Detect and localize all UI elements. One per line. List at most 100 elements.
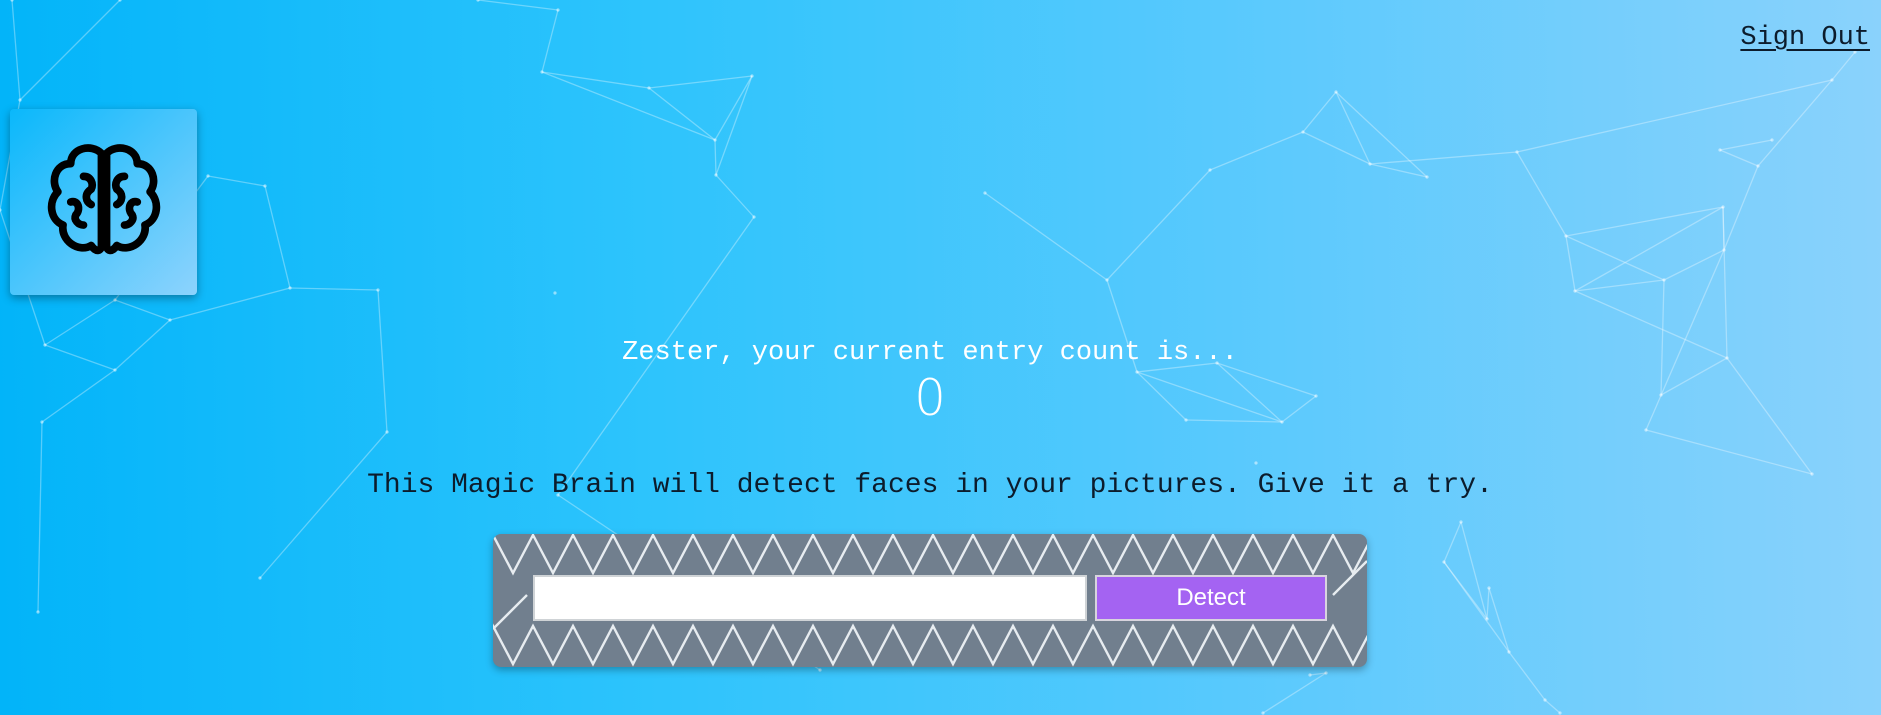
particle-dot [713,138,717,142]
particle-dot [376,288,380,292]
particle-dot [1301,130,1305,134]
particle-dot [714,173,718,177]
particle-dot [10,0,14,2]
particle-link [1302,131,1371,165]
particle-dot [385,430,389,434]
particle-link [1106,169,1211,281]
particle-dot [258,576,262,580]
particle-dot [476,0,480,2]
zigzag-line [493,594,528,630]
particle-link [1574,206,1724,292]
brain-icon [47,144,160,255]
particle-link [1723,165,1759,251]
logo [10,109,197,295]
particle-link [477,0,559,11]
particle-link [1663,249,1725,281]
particle-dot [1368,162,1372,166]
particle-link [1369,163,1428,178]
particle-dot [1718,148,1722,152]
particle-dot [1485,617,1489,621]
particle-link [1722,206,1725,251]
particle-dot [1334,90,1338,94]
particle-dot [1324,671,1328,675]
particle-link [1302,91,1337,133]
particle-link [1262,672,1327,714]
particle-link [289,287,379,291]
particle-link [207,175,266,187]
particle-dot [1721,205,1725,209]
particle-dot [1208,168,1212,172]
particle-link [259,431,388,579]
particle-dot [36,610,40,614]
particle-link [1719,139,1773,151]
particle-link [1443,521,1462,563]
particle-link [1516,151,1567,237]
particle-link [1565,235,1576,292]
particle-dot [1105,278,1109,282]
particle-link [541,71,650,89]
entry-count-value: 0 [914,369,946,427]
particle-link [541,71,716,141]
sign-out-link[interactable]: Sign Out [1740,22,1870,54]
intro-text: This Magic Brain will detect faces in yo… [367,470,1493,501]
particle-link [37,421,43,613]
particle-dot [556,8,560,12]
particle-link [1209,131,1304,171]
particle-dot [1644,428,1648,432]
particle-dot [1254,461,1258,465]
particle-dot [0,208,2,212]
particle-dot [1662,278,1666,282]
particle-dot [1830,78,1834,82]
particle-dot [1558,711,1562,715]
particle-link [715,75,753,176]
particle-dot [752,215,756,219]
particle-link [1544,699,1561,714]
particle-link [1486,587,1490,620]
zigzag-line [493,623,1367,667]
particle-link [19,0,121,101]
particle-dot [263,184,267,188]
particle-link [714,75,753,141]
particle-dot [1507,650,1511,654]
particle-dot [647,86,651,90]
rank-section: Zester, your current entry count is... 0 [0,334,1860,428]
entry-count-message: Zester, your current entry count is... [622,338,1238,368]
particle-link [541,9,559,73]
particle-link [1831,51,1856,81]
particle-link [984,192,1108,281]
particle-link [1508,651,1546,701]
particle-link [114,299,171,321]
particle-dot [1770,138,1774,142]
particle-link [1757,79,1833,167]
particle-dot [1308,673,1312,677]
particle-link [715,174,755,218]
particle-dot [1564,234,1568,238]
particle-link [11,0,21,101]
particle-link [1565,206,1724,237]
particle-link [1565,235,1665,281]
particle-dot [18,98,22,102]
particle-link [1516,79,1833,153]
particle-dot [540,70,544,74]
particle-dot [1487,586,1491,590]
particle-dot [1722,248,1726,252]
particle-dot [1515,150,1519,154]
particle-dot [1442,560,1446,564]
image-url-input[interactable] [533,575,1087,621]
particle-dot [818,668,822,672]
particle-dot [1459,520,1463,524]
particle-dot [1543,698,1547,702]
particle-dot [1573,289,1577,293]
particle-link [1574,279,1665,292]
particle-link [264,185,291,289]
particle-link [1719,149,1759,167]
particle-link [648,87,716,141]
particle-link [648,75,753,89]
particle-dot [206,174,210,178]
particle-dot [1261,711,1265,715]
particle-dot [168,318,172,322]
detect-button[interactable]: Detect [1095,575,1327,621]
particle-dot [1756,164,1760,168]
particle-dot [113,298,117,302]
top-nav: Sign Out [1740,22,1870,54]
